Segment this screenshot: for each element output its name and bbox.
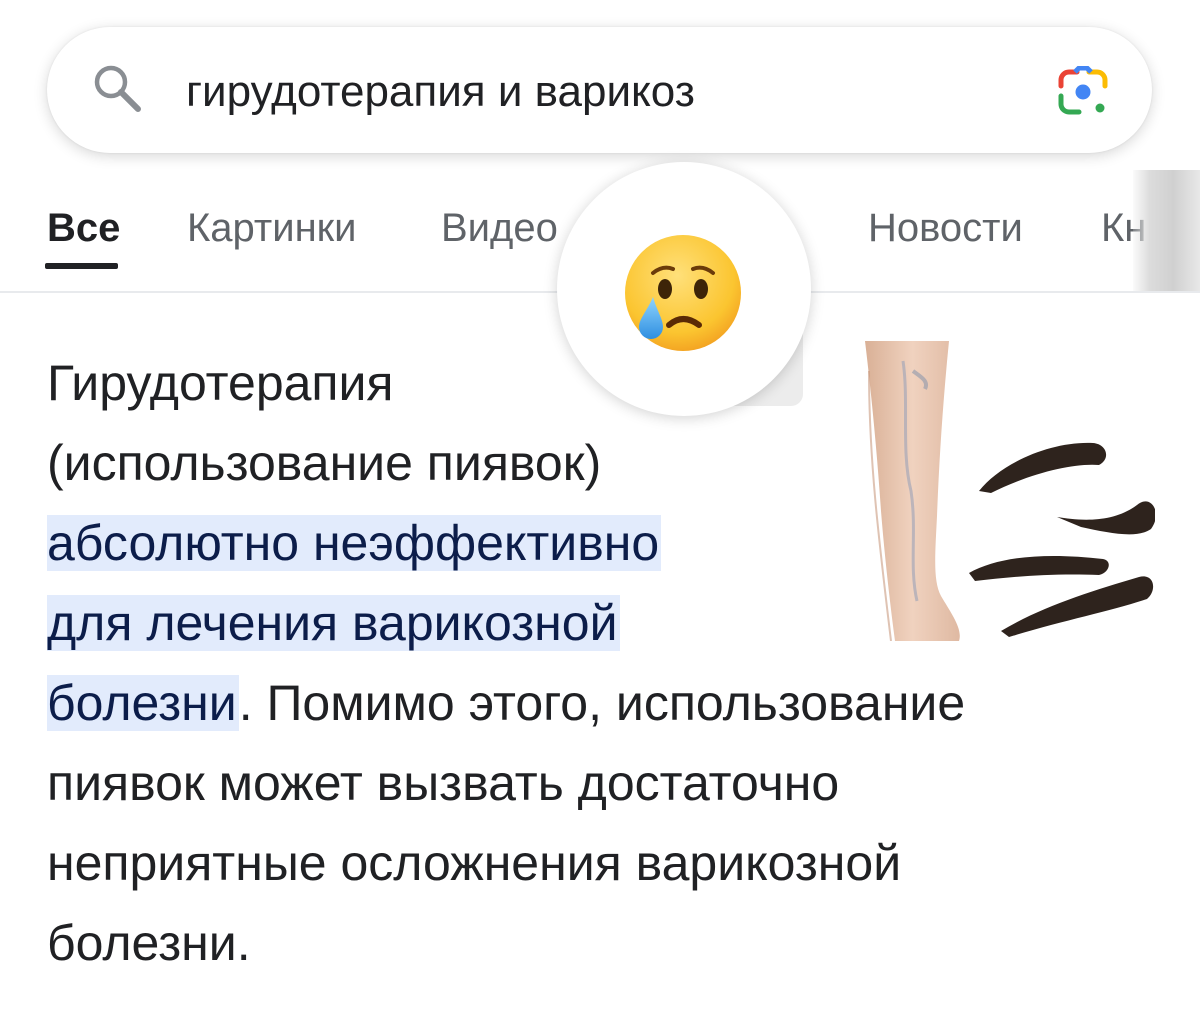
tab-images[interactable]: Картинки <box>187 203 357 253</box>
highlighted-answer: абсолютно неэффективно <box>47 515 662 571</box>
answer-line: (использование пиявок) <box>47 435 602 491</box>
google-lens-camera-icon[interactable] <box>1053 66 1113 118</box>
answer-line: неприятные осложнения варикозной <box>47 835 902 891</box>
leg-leeches-thumbnail[interactable] <box>851 341 1155 641</box>
answer-line: . Помимо этого, использование <box>238 675 966 731</box>
crying-face-emoji <box>625 235 741 351</box>
search-input[interactable]: гирудотерапия и варикоз <box>186 66 695 118</box>
active-tab-indicator <box>45 263 118 269</box>
answer-line: пиявок может вызвать достаточно <box>47 755 840 811</box>
tab-news[interactable]: Новости <box>868 203 1023 253</box>
answer-line: болезни. <box>47 915 251 971</box>
tabs-scroll-fade <box>1133 170 1200 292</box>
tab-all[interactable]: Все <box>47 203 120 253</box>
highlighted-answer: болезни <box>47 675 239 731</box>
tab-videos[interactable]: Видео <box>441 203 558 253</box>
search-icon[interactable] <box>89 60 145 116</box>
highlighted-answer: для лечения варикозной <box>47 595 620 651</box>
answer-line: Гирудотерапия <box>47 355 394 411</box>
